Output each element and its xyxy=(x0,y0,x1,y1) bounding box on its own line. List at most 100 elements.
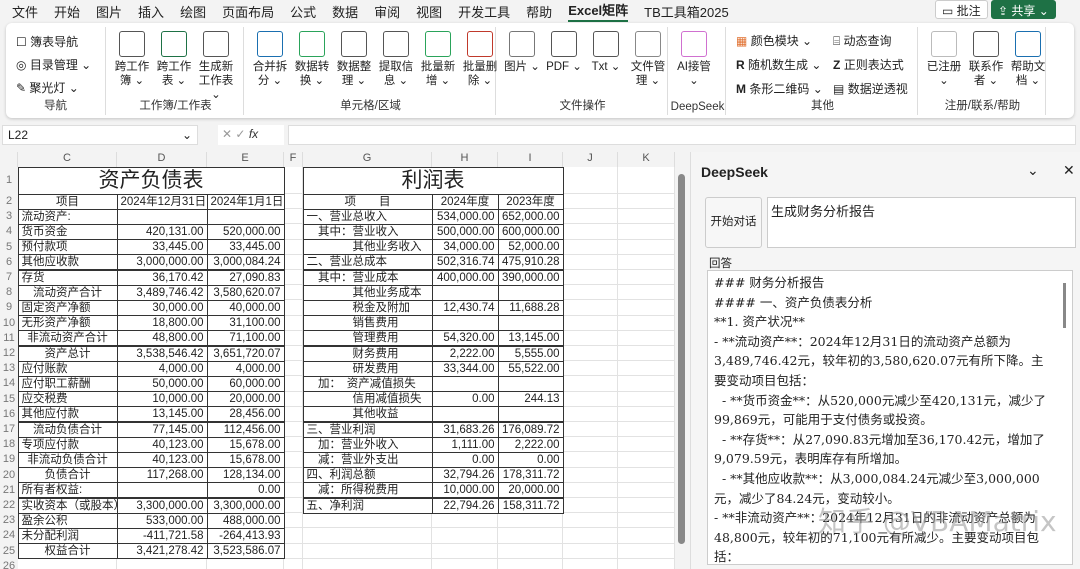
reg-button[interactable]: 帮助文档 ⌄ xyxy=(1008,29,1048,88)
cell[interactable] xyxy=(618,513,675,529)
data-cell[interactable]: 应付账款 xyxy=(17,360,118,377)
data-cell[interactable]: 55,522.00 xyxy=(497,360,564,377)
cell[interactable] xyxy=(284,330,303,346)
cell[interactable] xyxy=(284,406,303,422)
row-header[interactable]: 19 xyxy=(0,452,18,468)
reg-button[interactable]: 已注册 ⌄ xyxy=(924,29,964,88)
cell[interactable] xyxy=(284,361,303,377)
data-cell[interactable]: 未分配利润 xyxy=(17,527,118,545)
data-cell[interactable] xyxy=(497,375,564,393)
cell[interactable] xyxy=(563,300,618,316)
row-header[interactable]: 25 xyxy=(0,543,18,559)
cell[interactable] xyxy=(618,391,675,407)
cell[interactable] xyxy=(618,498,675,514)
data-cell[interactable]: 4,000.00 xyxy=(116,360,208,377)
data-cell[interactable]: 158,311.72 xyxy=(497,497,564,514)
dynamic-query-button[interactable]: ⌸ 动态查询 xyxy=(833,32,892,49)
data-cell[interactable]: 权益合计 xyxy=(17,543,118,560)
column-header[interactable]: I xyxy=(498,152,563,167)
data-cell[interactable]: 减：营业外支出 xyxy=(302,451,433,469)
cell[interactable] xyxy=(18,558,117,569)
cell[interactable] xyxy=(563,270,618,286)
data-cell[interactable]: 0.00 xyxy=(206,482,285,499)
data-cell[interactable]: 应付职工薪酬 xyxy=(17,375,118,393)
menu-tab[interactable]: 数据 xyxy=(332,2,358,21)
toc-button[interactable]: ◎ 目录管理 ⌄ xyxy=(16,56,91,73)
cell[interactable] xyxy=(618,254,675,270)
data-cell[interactable]: 无形资产净额 xyxy=(17,315,118,332)
cell[interactable] xyxy=(432,558,498,569)
cell[interactable] xyxy=(563,224,618,240)
spotlight-button[interactable]: ✎ 聚光灯 ⌄ xyxy=(16,79,79,96)
unpivot-button[interactable]: ▤ 数据逆透视 xyxy=(833,80,908,97)
cell[interactable] xyxy=(563,194,618,210)
data-cell[interactable]: 二、营业总成本 xyxy=(302,254,433,271)
data-cell[interactable]: -264,413.93 xyxy=(206,527,285,545)
data-cell[interactable] xyxy=(431,315,499,332)
data-cell[interactable]: 0.00 xyxy=(497,451,564,469)
menu-tab[interactable]: 页面布局 xyxy=(222,2,274,21)
cell[interactable] xyxy=(563,406,618,422)
cell[interactable] xyxy=(618,224,675,240)
row-header[interactable]: 1 xyxy=(0,167,18,194)
row-header[interactable]: 8 xyxy=(0,285,18,301)
cell[interactable] xyxy=(563,422,618,438)
file-button[interactable]: 图片 ⌄ xyxy=(502,29,542,74)
data-cell[interactable]: 3,489,746.42 xyxy=(116,284,208,301)
data-cell[interactable]: 520,000.00 xyxy=(206,223,285,241)
data-cell[interactable]: 减：所得税费用 xyxy=(302,482,433,499)
regex-button[interactable]: Z 正则表达式 xyxy=(833,56,904,73)
cell[interactable] xyxy=(284,391,303,407)
row-header[interactable]: 18 xyxy=(0,437,18,453)
data-cell[interactable]: 500,000.00 xyxy=(431,223,499,241)
data-cell[interactable]: 244.13 xyxy=(497,391,564,408)
cell[interactable] xyxy=(618,406,675,422)
column-header[interactable]: K xyxy=(618,152,675,167)
cell[interactable] xyxy=(207,558,284,569)
row-header[interactable]: 12 xyxy=(0,346,18,362)
cell[interactable] xyxy=(284,194,303,210)
cell[interactable] xyxy=(563,482,618,498)
cell[interactable] xyxy=(303,558,432,569)
cell[interactable] xyxy=(284,270,303,286)
data-cell[interactable]: 信用减值损失 xyxy=(302,391,433,408)
column-header[interactable]: E xyxy=(207,152,284,167)
menu-tab[interactable]: 绘图 xyxy=(180,2,206,21)
menu-tab[interactable]: 审阅 xyxy=(374,2,400,21)
row-header[interactable]: 24 xyxy=(0,528,18,544)
cell[interactable] xyxy=(284,346,303,362)
data-cell[interactable] xyxy=(497,284,564,301)
cell[interactable] xyxy=(284,224,303,240)
cell[interactable] xyxy=(563,346,618,362)
cell[interactable] xyxy=(618,482,675,498)
row-header[interactable]: 21 xyxy=(0,482,18,498)
menu-tab[interactable]: 图片 xyxy=(96,2,122,21)
cell[interactable] xyxy=(618,346,675,362)
cell[interactable] xyxy=(284,528,303,544)
row-header[interactable]: 4 xyxy=(0,224,18,240)
column-header[interactable]: C xyxy=(18,152,117,167)
cell[interactable] xyxy=(563,361,618,377)
data-cell[interactable]: 4,000.00 xyxy=(206,360,285,377)
cell[interactable] xyxy=(618,239,675,255)
data-cell[interactable]: 3,651,720.07 xyxy=(206,345,285,362)
formula-input[interactable] xyxy=(288,125,1076,145)
chevron-down-icon[interactable]: ⌄ xyxy=(182,128,192,142)
data-cell[interactable] xyxy=(431,284,499,301)
row-header[interactable]: 23 xyxy=(0,513,18,529)
header-cell[interactable]: 2024年度 xyxy=(431,193,499,210)
data-cell[interactable]: 流动资产合计 xyxy=(17,284,118,301)
wb-button[interactable]: 生成新工作表 ⌄ xyxy=(196,29,236,102)
cell[interactable] xyxy=(284,437,303,453)
row-header[interactable]: 10 xyxy=(0,315,18,331)
data-cell[interactable]: 其他应付款 xyxy=(17,406,118,423)
cell[interactable] xyxy=(432,513,498,529)
data-cell[interactable]: 533,000.00 xyxy=(116,512,208,529)
data-cell[interactable]: 5,555.00 xyxy=(497,345,564,362)
menu-tab[interactable]: 公式 xyxy=(290,2,316,21)
data-cell[interactable]: 390,000.00 xyxy=(497,269,564,286)
cells-button[interactable]: 批量删除 ⌄ xyxy=(460,29,500,88)
data-cell[interactable]: 财务费用 xyxy=(302,345,433,362)
row-header[interactable]: 3 xyxy=(0,209,18,225)
data-cell[interactable]: 管理费用 xyxy=(302,330,433,347)
